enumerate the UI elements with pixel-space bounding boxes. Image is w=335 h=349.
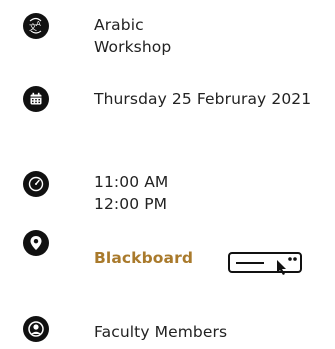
time-start: 11:00 AM — [94, 173, 169, 191]
location-pin-icon — [23, 230, 49, 256]
person-icon — [23, 316, 49, 342]
calendar-icon — [23, 86, 49, 112]
keyboard-icon[interactable] — [228, 251, 303, 275]
course-title-line2: Workshop — [94, 38, 172, 56]
course-title-line1: Arabic — [94, 16, 144, 34]
session-time: 11:00 AM 12:00 PM — [94, 171, 168, 215]
translate-icon: 文 A — [23, 13, 49, 39]
course-title: Arabic Workshop — [94, 14, 171, 58]
faculty-members-label: Faculty Members — [94, 323, 228, 341]
session-date: Thursday 25 Februray 2021 — [94, 90, 312, 108]
clock-icon — [23, 171, 49, 197]
svg-text:A: A — [36, 20, 41, 28]
blackboard-link[interactable]: Blackboard — [94, 247, 193, 269]
time-end: 12:00 PM — [94, 195, 168, 213]
